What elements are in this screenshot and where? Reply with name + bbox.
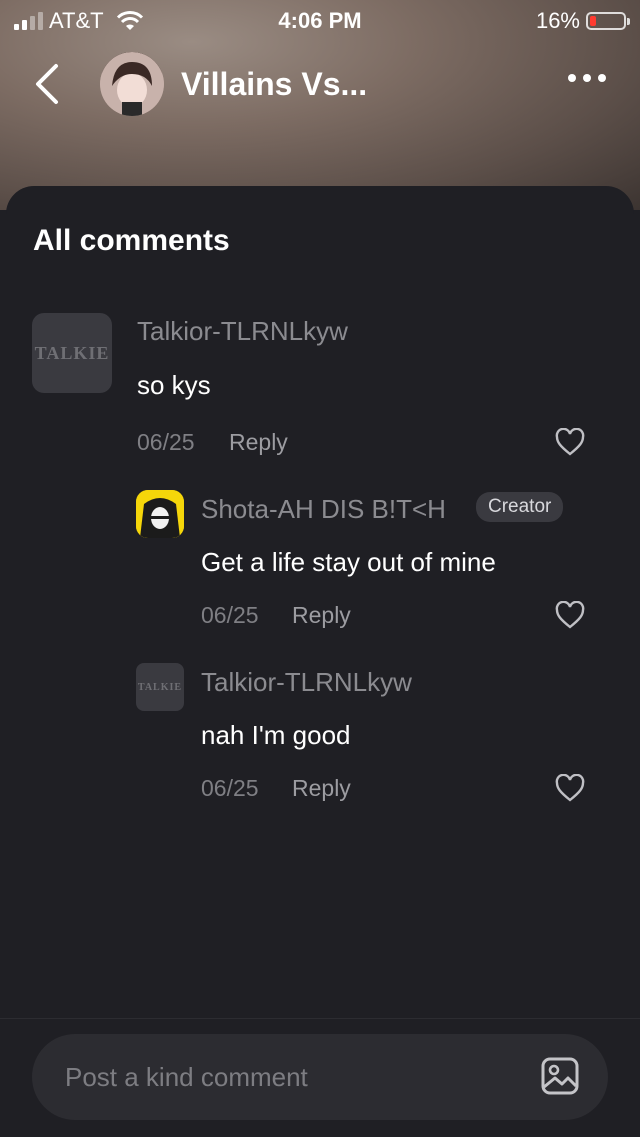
reply-button[interactable]: Reply [229, 429, 288, 456]
creator-badge: Creator [476, 492, 564, 522]
comment-username[interactable]: Shota-AH DIS B!T<H [201, 494, 446, 525]
comment-date: 06/25 [201, 775, 259, 801]
heart-icon[interactable] [555, 428, 585, 456]
character-avatar-icon [100, 52, 164, 116]
avatar[interactable]: TALKIE [136, 663, 184, 711]
chat-avatar[interactable] [100, 52, 164, 116]
character-avatar-icon [136, 490, 184, 538]
comment-input[interactable]: Post a kind comment [32, 1034, 608, 1120]
comment-input-placeholder: Post a kind comment [65, 1062, 308, 1092]
back-chevron-icon[interactable] [30, 62, 70, 106]
reply-button[interactable]: Reply [292, 775, 351, 802]
heart-icon[interactable] [555, 601, 585, 629]
comment-text: nah I'm good [201, 720, 351, 750]
avatar[interactable]: TALKIE [32, 313, 112, 393]
status-bar: AT&T 4:06 PM 16% [0, 0, 640, 40]
more-options-icon[interactable] [568, 74, 606, 82]
avatar[interactable] [136, 490, 184, 538]
heart-icon[interactable] [555, 774, 585, 802]
comments-heading: All comments [33, 224, 230, 257]
reply-button[interactable]: Reply [292, 602, 351, 629]
battery-percent: 16% [535, 8, 580, 33]
battery-icon [586, 12, 630, 30]
comment-date: 06/25 [137, 429, 195, 455]
chat-title: Villains Vs... [181, 66, 368, 102]
comment-text: Get a life stay out of mine [201, 547, 496, 577]
comment-username[interactable]: Talkior-TLRNLkyw [137, 316, 348, 347]
comment-username[interactable]: Talkior-TLRNLkyw [201, 667, 412, 698]
comment-text: so kys [137, 370, 211, 400]
image-upload-icon[interactable] [540, 1056, 580, 1096]
nav-bar: Villains Vs... [0, 52, 640, 116]
comment-date: 06/25 [201, 602, 259, 628]
